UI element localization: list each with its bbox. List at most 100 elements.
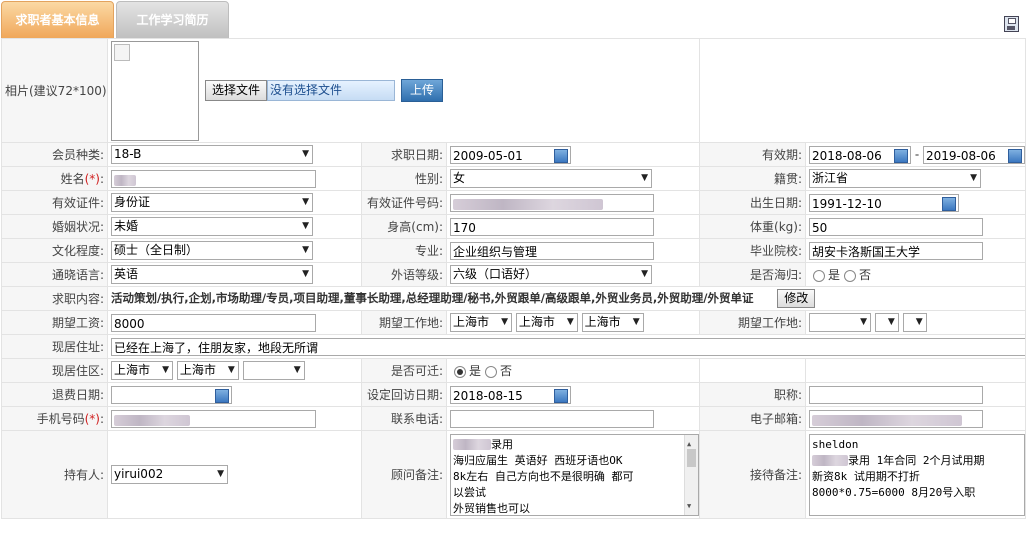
redacted-text [453,439,491,450]
chevron-down-icon: ▼ [227,365,235,375]
consultant-note-label: 顾问备注: [361,430,447,519]
consultant-note-textarea[interactable]: 录用 海归应届生 英语好 西班牙语也OK 8k左右 自己方向也不是很明确 都可 … [450,433,699,516]
mobile-label: 手机号码(*): [1,406,108,431]
id-number-input[interactable] [450,193,654,212]
redacted-text [812,455,849,466]
height-input[interactable]: 170 [450,217,654,236]
owner-select[interactable]: yirui002 ▼ [111,465,228,484]
valid-to-input[interactable]: 2019-08-06 [923,145,1025,164]
district-province-select[interactable]: 上海市 ▼ [111,361,173,380]
chevron-down-icon: ▼ [302,245,309,255]
id-type-label: 有效证件: [1,190,108,215]
language-select[interactable]: 英语 ▼ [111,265,313,284]
modify-button[interactable]: 修改 [777,289,816,308]
lang-level-select[interactable]: 六级（口语好） ▼ [450,265,652,284]
required-mark: (*) [84,172,100,186]
scrollbar[interactable] [684,434,698,515]
gender-select[interactable]: 女 ▼ [450,169,652,188]
calendar-icon[interactable] [215,388,229,403]
district-area-select[interactable]: ▼ [242,361,305,380]
salary-input[interactable]: 8000 [111,313,316,332]
redacted-email [812,414,963,426]
work-district-select[interactable]: 上海市 ▼ [581,313,644,332]
calendar-icon[interactable] [942,196,957,211]
empty-cell [805,358,1027,383]
callback-date-input[interactable]: 2018-08-15 [450,385,571,404]
weight-input[interactable]: 50 [809,217,984,236]
save-icon[interactable] [1004,16,1019,32]
major-input[interactable]: 企业组织与管理 [450,241,654,260]
id-number-label: 有效证件号码: [361,190,447,215]
name-input[interactable] [111,169,316,188]
chevron-down-icon: ▼ [632,317,640,327]
tab-bar: 求职者基本信息 工作学习简历 [0,0,1027,39]
apply-date-input[interactable]: 2009-05-01 [450,145,571,164]
email-input[interactable] [809,409,984,428]
choose-file-button[interactable]: 选择文件 [205,80,268,101]
member-type-select[interactable]: 18-B ▼ [111,145,313,164]
member-type-label: 会员种类: [1,142,108,167]
work-city2-select[interactable]: ▼ [874,313,899,332]
title-input[interactable] [809,385,984,404]
school-input[interactable]: 胡安卡洛斯国王大学 [809,241,984,260]
relocate-yes-radio[interactable] [454,365,466,378]
reception-note-textarea[interactable]: sheldon 录用 1年合同 2个月试用期 新资8k 试用期不打折 8000*… [809,433,1025,516]
address-input[interactable]: 已经在上海了，住朋友家，地段无所谓 [111,337,1025,356]
weight-label: 体重(kg): [699,214,807,239]
marital-label: 婚姻状况: [1,214,108,239]
chevron-down-icon: ▼ [641,269,648,279]
address-label: 现居住址: [1,334,108,359]
valid-from-input[interactable]: 2018-08-06 [809,145,912,164]
chevron-down-icon: ▼ [915,317,923,327]
phone-input[interactable] [450,409,654,428]
name-label: 姓名(*): [1,166,108,191]
calendar-icon[interactable] [894,148,909,163]
chevron-down-icon: ▼ [566,317,574,327]
calendar-icon[interactable] [554,388,568,403]
tab-basic-info[interactable]: 求职者基本信息 [1,1,114,39]
marital-select[interactable]: 未婚 ▼ [111,217,313,236]
refund-date-input[interactable] [111,385,232,404]
work-district2-select[interactable]: ▼ [902,313,927,332]
work-place2-label: 期望工作地: [699,310,807,335]
required-mark: (*) [84,412,100,426]
calendar-icon[interactable] [1008,148,1023,163]
work-city-select[interactable]: 上海市 ▼ [515,313,578,332]
native-label: 籍贯: [699,166,807,191]
district-city-select[interactable]: 上海市 ▼ [176,361,239,380]
calendar-icon[interactable] [554,148,568,163]
tab-work-study-resume[interactable]: 工作学习简历 [116,1,229,39]
job-content-text: 活动策划/执行,企划,市场助理/专员,项目助理,董事长助理,总经理助理/秘书,外… [111,291,754,305]
birth-label: 出生日期: [699,190,807,215]
overseas-yes-radio[interactable] [813,269,826,282]
upload-button[interactable]: 上传 [401,79,444,102]
height-label: 身高(cm): [361,214,447,239]
work-place-label: 期望工作地: [361,310,447,335]
chevron-down-icon: ▼ [641,173,648,183]
education-select[interactable]: 硕士（全日制） ▼ [111,241,313,260]
lang-level-label: 外语等级: [361,262,447,287]
valid-separator: - [914,147,920,161]
overseas-label: 是否海归: [699,262,807,287]
chevron-down-icon: ▼ [302,197,309,207]
chevron-down-icon: ▼ [162,365,169,375]
applicant-form: 相片(建议72*100): 选择文件 没有选择文件 上传 会员种类: 18-B ▼ 求… [1,38,1027,519]
empty-cell [699,358,807,383]
scrollbar-thumb[interactable] [687,448,696,467]
chevron-down-icon: ▼ [302,221,309,231]
language-label: 通晓语言: [1,262,108,287]
work-province2-select[interactable]: ▼ [809,313,872,332]
photo-placeholder [111,40,199,141]
id-type-select[interactable]: 身份证 ▼ [111,193,313,212]
redacted-name [114,174,136,186]
redacted-id-number [453,198,603,210]
mobile-input[interactable] [111,409,316,428]
birth-date-input[interactable]: 1991-12-10 [809,193,960,212]
title-label: 职称: [699,382,807,407]
phone-label: 联系电话: [361,406,447,431]
refund-date-label: 退费日期: [1,382,108,407]
work-province-select[interactable]: 上海市 ▼ [450,313,512,332]
relocate-no-radio[interactable] [485,365,498,378]
native-select[interactable]: 浙江省 ▼ [809,169,982,188]
overseas-no-radio[interactable] [844,269,857,282]
